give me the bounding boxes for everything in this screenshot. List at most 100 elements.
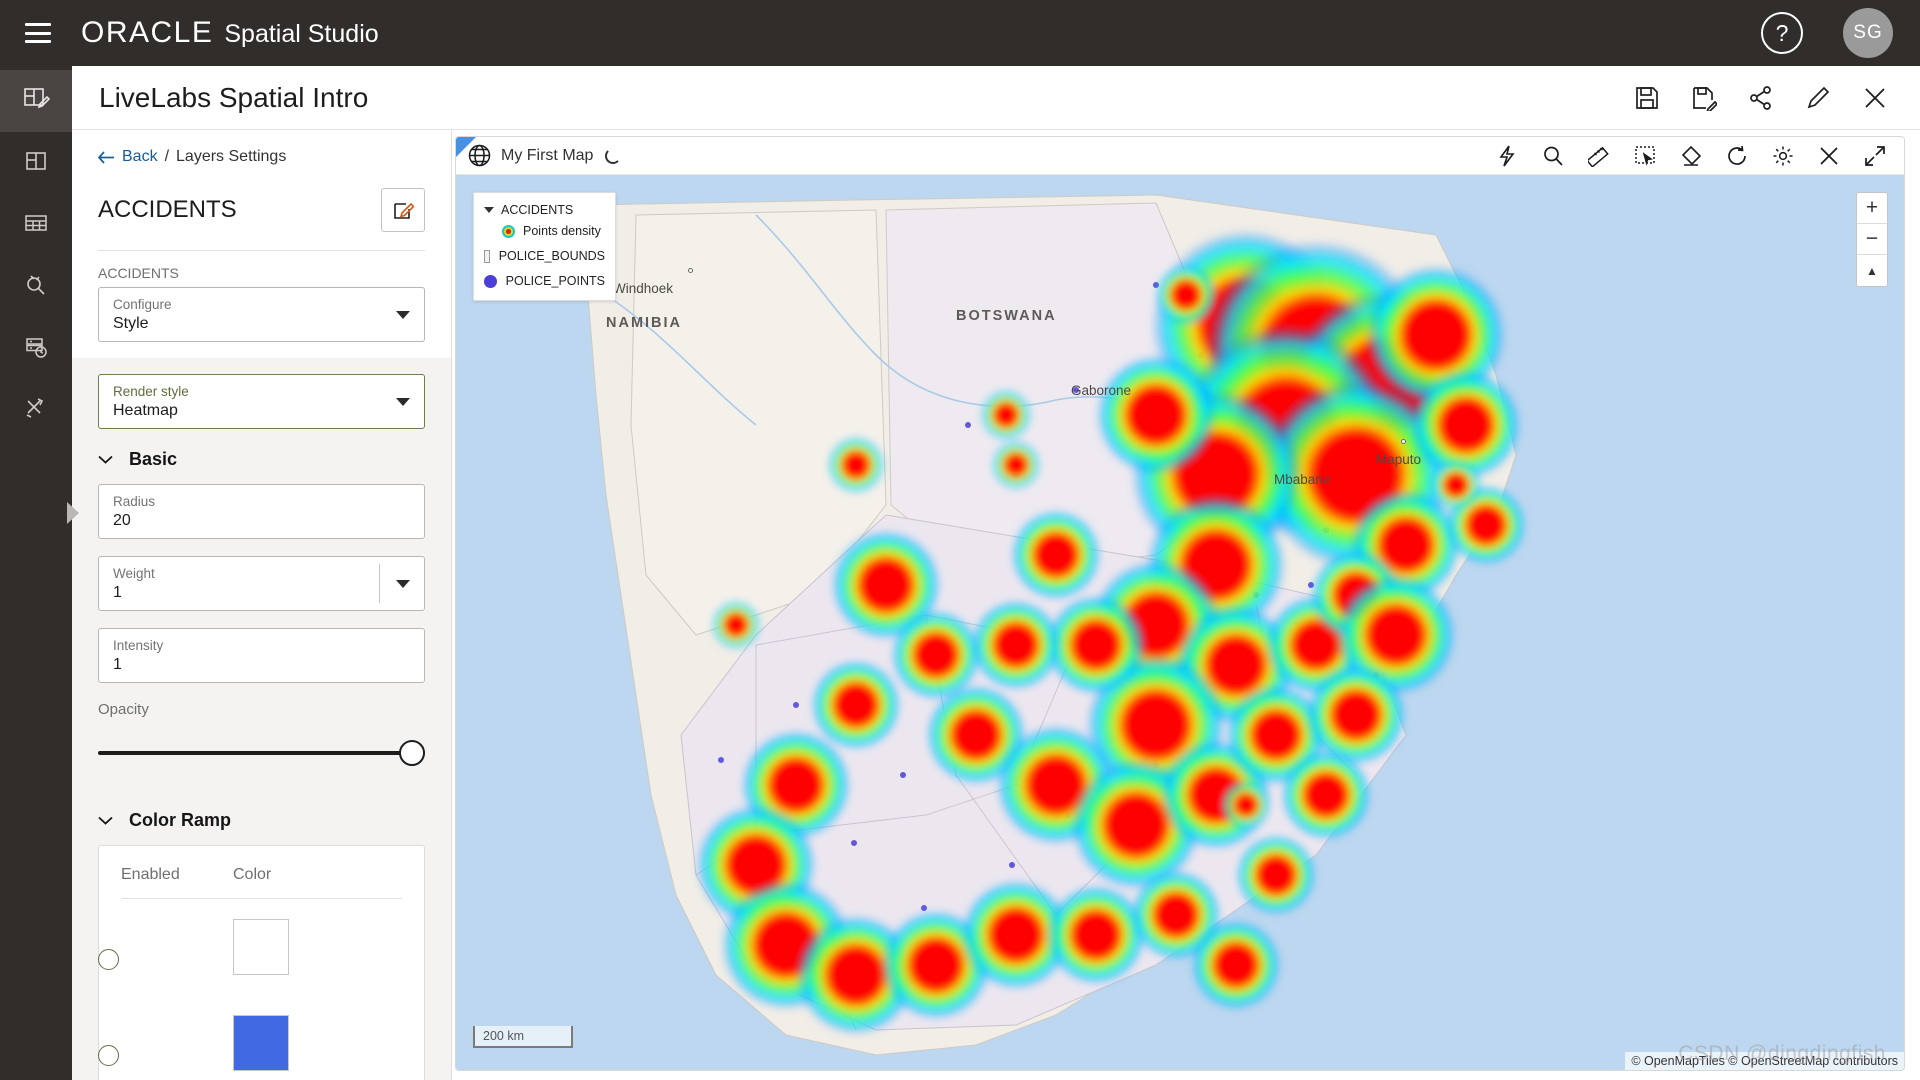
refresh-icon[interactable] bbox=[1726, 145, 1748, 167]
spinner-icon bbox=[605, 148, 621, 164]
gear-icon[interactable] bbox=[1772, 145, 1794, 167]
tools-icon bbox=[22, 395, 50, 428]
legend-sub-points-density: Points density bbox=[502, 224, 605, 238]
scale-bar: 200 km bbox=[473, 1026, 573, 1048]
close-button[interactable] bbox=[1862, 85, 1888, 111]
share-button[interactable] bbox=[1748, 85, 1774, 111]
hamburger-icon[interactable] bbox=[25, 23, 51, 43]
intensity-input[interactable]: Intensity 1 bbox=[98, 628, 425, 683]
legend-item-police-points[interactable]: POLICE_POINTS bbox=[484, 274, 605, 288]
radius-label: Radius bbox=[113, 493, 410, 510]
search-icon[interactable] bbox=[1542, 145, 1564, 167]
watermark: CSDN @dingdingfish bbox=[1678, 1042, 1886, 1066]
expand-icon[interactable] bbox=[1864, 145, 1886, 167]
zoom-controls: + − ▲ bbox=[1856, 192, 1888, 287]
color-ramp-table: Enabled Color bbox=[98, 845, 425, 1080]
radius-input[interactable]: Radius 20 bbox=[98, 484, 425, 539]
rail-item-layouts[interactable] bbox=[0, 132, 72, 194]
opacity-slider[interactable] bbox=[98, 740, 425, 768]
breadcrumb: Back / Layers Settings bbox=[98, 148, 451, 166]
col-color-header: Color bbox=[233, 866, 271, 884]
ramp-color-swatch[interactable] bbox=[233, 919, 289, 975]
radius-value: 20 bbox=[113, 510, 410, 532]
left-rail bbox=[0, 66, 72, 1080]
database-clock-icon bbox=[22, 333, 50, 366]
color-ramp-header-row: Enabled Color bbox=[121, 846, 402, 899]
marquee-select-icon[interactable] bbox=[1634, 145, 1656, 167]
layout-edit-icon bbox=[22, 85, 50, 118]
rail-item-jobs[interactable] bbox=[0, 318, 72, 380]
legend-group-accidents[interactable]: ACCIDENTS bbox=[484, 203, 605, 217]
zoom-out-button[interactable]: − bbox=[1857, 224, 1887, 255]
product-name: Spatial Studio bbox=[224, 20, 378, 49]
compass-button[interactable]: ▲ bbox=[1857, 255, 1887, 286]
ramp-color-swatch[interactable] bbox=[233, 1015, 289, 1071]
weight-label: Weight bbox=[113, 565, 410, 582]
brand: ORACLE Spatial Studio bbox=[81, 16, 379, 50]
chevron-down-icon bbox=[396, 580, 410, 588]
rail-item-connections[interactable] bbox=[0, 256, 72, 318]
weight-select[interactable]: Weight 1 bbox=[98, 556, 425, 611]
layer-settings-panel: Back / Layers Settings ACCIDENTS ACCIDEN… bbox=[72, 130, 452, 1080]
render-style-select[interactable]: Render style Heatmap bbox=[98, 374, 425, 429]
rail-item-project-editor[interactable] bbox=[0, 70, 72, 132]
save-as-button[interactable] bbox=[1691, 85, 1717, 111]
panel-collapse-handle[interactable] bbox=[66, 500, 80, 526]
weight-value: 1 bbox=[113, 582, 410, 604]
ruler-icon[interactable] bbox=[1588, 145, 1610, 167]
eraser-icon[interactable] bbox=[1680, 145, 1702, 167]
city-dot bbox=[1401, 439, 1406, 444]
page-header: LiveLabs Spatial Intro bbox=[72, 66, 1920, 130]
intensity-value: 1 bbox=[113, 654, 410, 676]
chevron-down-icon bbox=[396, 311, 410, 319]
chevron-right-icon bbox=[66, 500, 80, 526]
triangle-down-icon bbox=[484, 207, 494, 213]
intensity-label: Intensity bbox=[113, 637, 410, 654]
polygon-swatch-icon bbox=[484, 250, 490, 263]
map-toolbar: My First Map bbox=[456, 137, 1904, 175]
table-icon bbox=[22, 209, 50, 242]
render-style-value: Heatmap bbox=[113, 400, 410, 422]
style-settings-area: Render style Heatmap Basic Radius 20 Wei… bbox=[72, 358, 451, 1080]
configure-label: Configure bbox=[113, 296, 410, 313]
map-legend: ACCIDENTS Points density POLICE_BOUNDS P… bbox=[473, 192, 616, 301]
close-icon[interactable] bbox=[1818, 145, 1840, 167]
opacity-slider-knob[interactable] bbox=[399, 740, 425, 766]
edit-square-icon[interactable] bbox=[381, 188, 425, 232]
rail-item-tools[interactable] bbox=[0, 380, 72, 442]
help-icon[interactable]: ? bbox=[1761, 12, 1803, 54]
layer-group-label: ACCIDENTS bbox=[98, 265, 451, 281]
section-basic-label: Basic bbox=[129, 449, 177, 470]
points-density-swatch-icon bbox=[502, 225, 515, 238]
chevron-down-icon bbox=[396, 398, 410, 406]
legend-item-label: POLICE_BOUNDS bbox=[499, 249, 605, 263]
header-actions bbox=[1634, 85, 1888, 111]
rail-item-datasets-table[interactable] bbox=[0, 194, 72, 256]
city-dot bbox=[688, 268, 693, 273]
legend-item-police-bounds[interactable]: POLICE_BOUNDS bbox=[484, 249, 605, 263]
map-corner-marker bbox=[456, 137, 476, 157]
section-basic[interactable]: Basic bbox=[98, 449, 451, 470]
opacity-slider-track bbox=[98, 751, 425, 755]
configure-select[interactable]: Configure Style bbox=[98, 287, 425, 342]
chevron-down-icon bbox=[98, 455, 113, 464]
oracle-logo-text: ORACLE bbox=[81, 16, 213, 50]
panel-title-row: ACCIDENTS bbox=[98, 188, 425, 232]
lightning-icon[interactable] bbox=[1496, 145, 1518, 167]
plug-icon bbox=[22, 271, 50, 304]
arrow-left-icon bbox=[98, 151, 115, 164]
map-canvas[interactable]: NAMIBIA BOTSWANA Windhoek Gaborone Maput… bbox=[456, 175, 1904, 1070]
edit-button[interactable] bbox=[1805, 85, 1831, 111]
point-swatch-icon bbox=[484, 275, 497, 288]
back-label: Back bbox=[122, 148, 158, 166]
avatar[interactable]: SG bbox=[1843, 8, 1893, 58]
section-color-ramp[interactable]: Color Ramp bbox=[98, 810, 451, 831]
table-row bbox=[121, 899, 402, 995]
back-link[interactable]: Back bbox=[98, 148, 158, 166]
save-button[interactable] bbox=[1634, 85, 1660, 111]
page-title: LiveLabs Spatial Intro bbox=[99, 82, 368, 114]
map-tool-buttons bbox=[1496, 145, 1886, 167]
section-color-ramp-label: Color Ramp bbox=[129, 810, 231, 831]
zoom-in-button[interactable]: + bbox=[1857, 193, 1887, 224]
heatmap-overlay bbox=[456, 175, 1904, 1070]
